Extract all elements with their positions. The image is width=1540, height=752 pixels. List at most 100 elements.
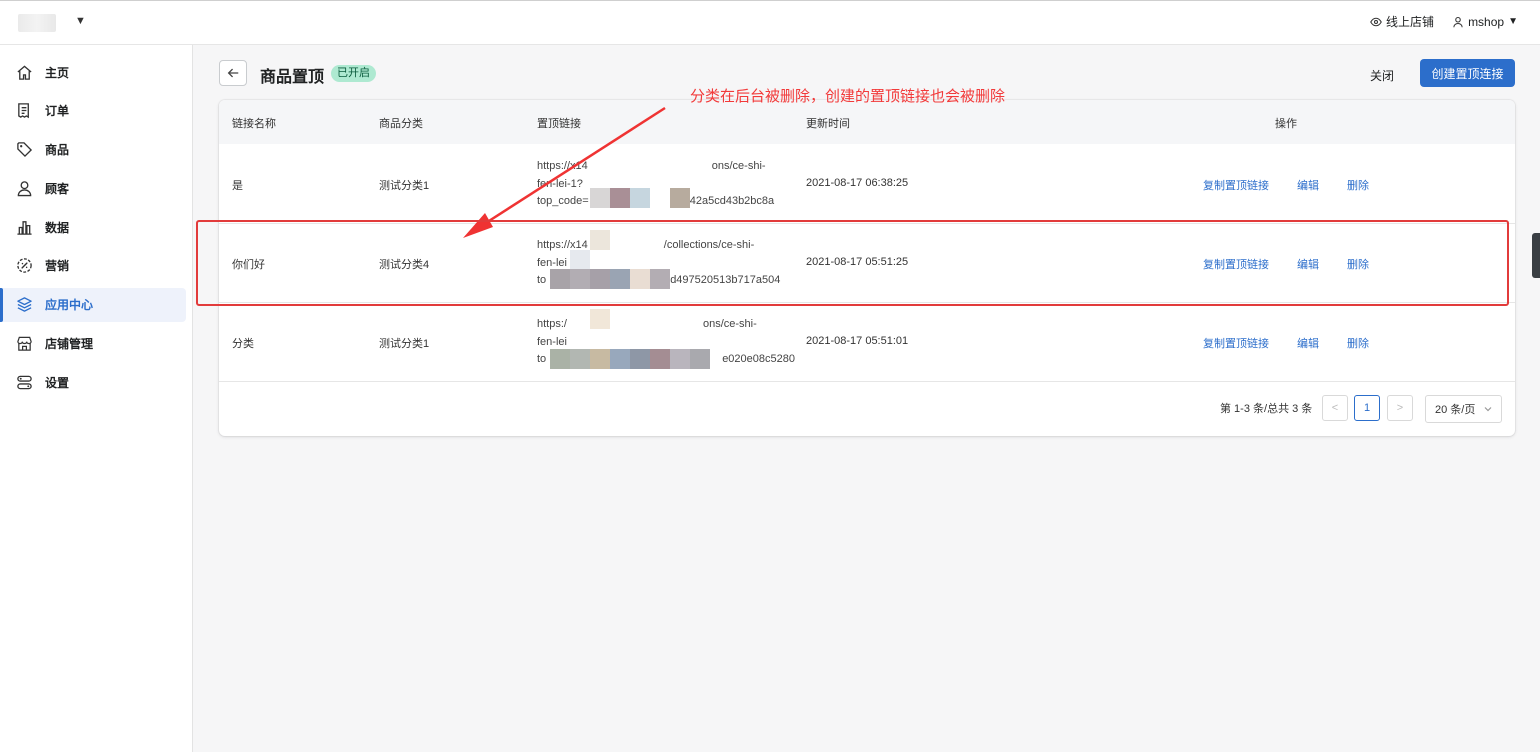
- sidebar-item-store-management[interactable]: 店铺管理: [0, 327, 186, 361]
- sidebar-item-label: 主页: [45, 65, 70, 80]
- sidebar: 主页 订单 商品 顾客 数据 营销 应用中心 店铺管理 设置: [0, 45, 193, 752]
- sidebar-item-settings[interactable]: 设置: [0, 365, 186, 399]
- updated-time: 2021-08-17 05:51:25: [806, 256, 909, 268]
- marketing-icon: [17, 258, 32, 274]
- category: 测试分类1: [379, 180, 430, 192]
- redaction-pixels: [550, 269, 570, 289]
- top-links-table: 链接名称 商品分类 置顶链接 更新时间 操作 是 测试分类1 https://x…: [219, 100, 1515, 436]
- redaction-pixels: [550, 349, 570, 369]
- chevron-left-icon: <: [1331, 402, 1339, 414]
- url-part: to: [537, 353, 547, 365]
- updated-time: 2021-08-17 05:51:01: [806, 335, 909, 347]
- pagination-summary: 第 1-3 条/总共 3 条: [1220, 403, 1313, 415]
- sidebar-item-label: 店铺管理: [45, 337, 94, 352]
- sidebar-item-data[interactable]: 数据: [0, 210, 186, 244]
- redaction-pixels: [650, 269, 670, 289]
- copy-link-button[interactable]: 复制置顶链接: [1203, 256, 1269, 272]
- category: 测试分类4: [379, 259, 430, 271]
- redaction-pixels: [670, 188, 690, 208]
- eye-icon: [1370, 17, 1382, 26]
- status-badge: 已开启: [331, 65, 376, 82]
- url-part: https:/: [537, 318, 567, 330]
- updated-time: 2021-08-17 06:38:25: [806, 177, 909, 189]
- sidebar-item-label: 设置: [45, 375, 70, 390]
- redaction-pixels: [570, 250, 590, 270]
- sidebar-item-home[interactable]: 主页: [0, 55, 186, 89]
- table-row: 是 测试分类1 https://x14 ons/ce-shi- fen-lei-1…: [219, 144, 1515, 224]
- close-button[interactable]: 关闭: [1370, 67, 1394, 84]
- sidebar-item-app-center[interactable]: 应用中心: [0, 287, 186, 322]
- copy-link-button[interactable]: 复制置顶链接: [1203, 335, 1269, 351]
- side-panel-handle[interactable]: [1532, 233, 1540, 278]
- online-store-link[interactable]: 线上店铺: [1370, 13, 1434, 30]
- redaction-pixels: [650, 349, 670, 369]
- url-part: top_code=: [537, 195, 589, 207]
- sidebar-item-label: 应用中心: [45, 298, 94, 313]
- store-icon: [17, 336, 32, 351]
- annotation-text: 分类在后台被删除，创建的置顶链接也会被删除: [690, 88, 1006, 105]
- redaction-pixels: [690, 349, 710, 369]
- delete-button[interactable]: 删除: [1347, 177, 1369, 193]
- url-part: ons/ce-shi-: [702, 318, 757, 330]
- create-top-link-button[interactable]: 创建置顶连接: [1420, 59, 1515, 87]
- link-name: 是: [232, 180, 243, 192]
- prev-page-button[interactable]: <: [1322, 395, 1348, 421]
- redaction-pixels: [630, 188, 650, 208]
- store-switcher-caret-icon[interactable]: ▼: [75, 15, 86, 27]
- redaction-pixels: [570, 349, 590, 369]
- sidebar-item-marketing[interactable]: 营销: [0, 249, 186, 283]
- sidebar-item-customers[interactable]: 顾客: [0, 171, 186, 205]
- url-part: https://x14: [537, 160, 588, 172]
- column-header-category: 商品分类: [379, 118, 423, 130]
- settings-icon: [17, 375, 32, 390]
- next-page-button[interactable]: >: [1387, 395, 1413, 421]
- sidebar-item-label: 营销: [45, 259, 70, 274]
- chevron-right-icon: >: [1396, 402, 1404, 414]
- person-icon: [17, 181, 32, 197]
- layers-icon: [17, 297, 32, 313]
- user-icon: [1453, 16, 1463, 27]
- edit-button[interactable]: 编辑: [1297, 335, 1319, 351]
- link-name: 分类: [232, 338, 254, 350]
- redaction-pixels: [590, 309, 610, 329]
- sidebar-item-label: 顾客: [45, 181, 70, 196]
- url-part: e020e08c5280: [722, 353, 795, 365]
- delete-button[interactable]: 删除: [1347, 335, 1369, 351]
- sidebar-item-label: 商品: [45, 143, 70, 158]
- column-header-link-name: 链接名称: [232, 118, 276, 130]
- order-icon: [18, 103, 29, 119]
- store-logo[interactable]: [18, 14, 56, 32]
- redaction-pixels: [570, 269, 590, 289]
- column-header-top-link: 置顶链接: [537, 118, 581, 130]
- page-title: 商品置顶: [260, 69, 325, 86]
- url-part: ons/ce-shi-: [711, 160, 766, 172]
- home-icon: [17, 64, 32, 80]
- chart-icon: [17, 220, 32, 235]
- pagination: 第 1-3 条/总共 3 条 < 1 > 20 条/页: [219, 382, 1515, 423]
- edit-button[interactable]: 编辑: [1297, 177, 1319, 193]
- edit-button[interactable]: 编辑: [1297, 256, 1319, 272]
- copy-link-button[interactable]: 复制置顶链接: [1203, 177, 1269, 193]
- tag-icon: [17, 142, 33, 158]
- sidebar-item-products[interactable]: 商品: [0, 133, 186, 167]
- delete-button[interactable]: 删除: [1347, 256, 1369, 272]
- redaction-pixels: [670, 349, 690, 369]
- page-size-select[interactable]: 20 条/页: [1425, 395, 1502, 423]
- top-link-url: https://x14 ons/ce-shi- fen-lei-1? top_co…: [537, 158, 797, 211]
- column-header-updated-time: 更新时间: [806, 118, 850, 130]
- user-menu[interactable]: mshop ▼: [1452, 15, 1518, 29]
- redaction-pixels: [590, 230, 610, 250]
- redaction-pixels: [590, 349, 610, 369]
- page-button[interactable]: 1: [1354, 395, 1380, 421]
- url-part: fen-lei-1?: [537, 177, 583, 190]
- user-menu-caret-icon: ▼: [1508, 16, 1518, 27]
- link-name: 你们好: [232, 259, 265, 271]
- redaction-pixels: [630, 269, 650, 289]
- category: 测试分类1: [379, 338, 430, 350]
- url-part: d497520513b717a504: [670, 274, 781, 286]
- url-part: f42a5cd43b2bc8a: [686, 195, 775, 207]
- sidebar-item-orders[interactable]: 订单: [0, 94, 186, 128]
- back-button[interactable]: [219, 60, 247, 86]
- url-part: /collections/ce-shi-: [663, 239, 755, 251]
- page-size-value: 20 条/页: [1435, 404, 1476, 416]
